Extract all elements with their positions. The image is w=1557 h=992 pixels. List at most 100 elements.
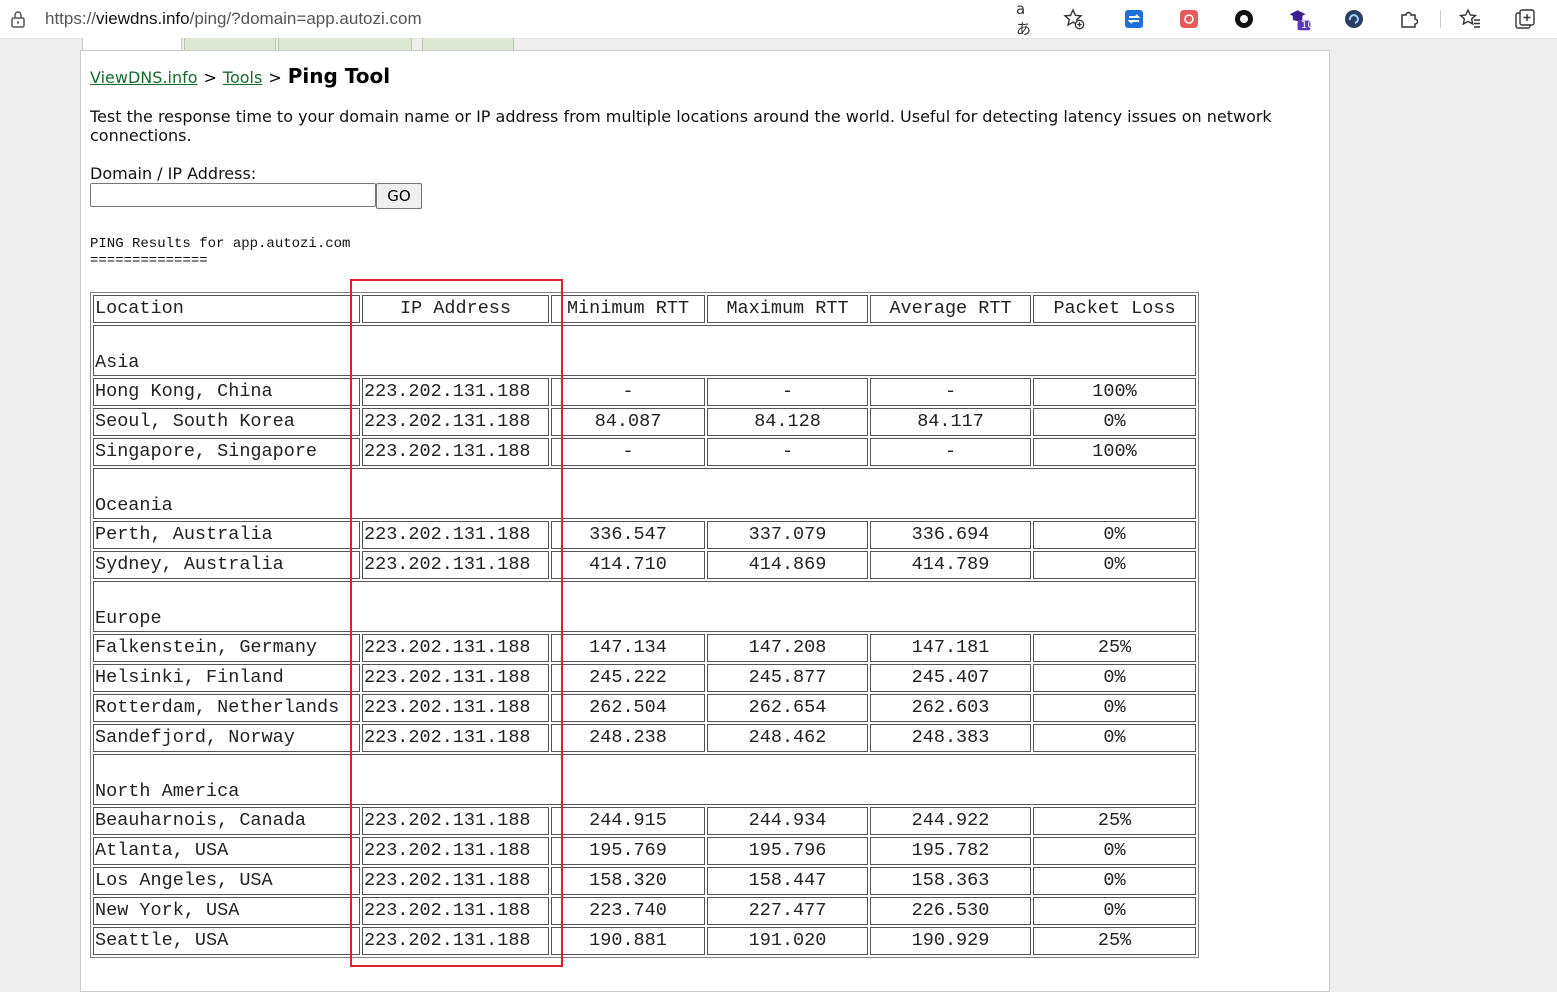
- table-cell: 223.740: [551, 897, 705, 925]
- table-row: Los Angeles, USA 223.202.131.188 158.320 15…: [93, 867, 1196, 895]
- breadcrumb-tools-link[interactable]: Tools: [223, 68, 262, 87]
- table-cell: 84.117: [870, 408, 1031, 436]
- browser-toolbar: https://viewdns.info/ping/?domain=app.au…: [0, 0, 1557, 39]
- table-cell: 262.654: [707, 694, 868, 722]
- table-cell: 25%: [1033, 807, 1196, 835]
- table-row: Helsinki, Finland 223.202.131.188 245.222 2…: [93, 664, 1196, 692]
- table-cell: 0%: [1033, 837, 1196, 865]
- address-bar[interactable]: https://viewdns.info/ping/?domain=app.au…: [0, 0, 1098, 38]
- swirl-extension-icon[interactable]: [1342, 7, 1366, 31]
- table-cell: 414.710: [551, 551, 705, 579]
- repeat-extension-icon[interactable]: [1122, 7, 1146, 31]
- table-cell: 223.202.131.188: [362, 837, 549, 865]
- column-header: Average RTT: [870, 295, 1031, 323]
- region-row: Oceania: [93, 468, 1196, 519]
- table-cell: 223.202.131.188: [362, 634, 549, 662]
- table-cell: 0%: [1033, 664, 1196, 692]
- breadcrumb-home-link[interactable]: ViewDNS.info: [90, 68, 198, 87]
- table-cell: 244.934: [707, 807, 868, 835]
- table-cell: 25%: [1033, 634, 1196, 662]
- collections-icon[interactable]: [1513, 7, 1537, 31]
- column-header: Packet Loss: [1033, 295, 1196, 323]
- table-cell: 223.202.131.188: [362, 378, 549, 406]
- region-row: North America: [93, 754, 1196, 805]
- results-heading: PING Results for app.autozi.com ========…: [90, 236, 350, 270]
- table-cell: 223.202.131.188: [362, 807, 549, 835]
- go-button[interactable]: GO: [376, 183, 422, 209]
- table-cell: 84.128: [707, 408, 868, 436]
- table-cell: 223.202.131.188: [362, 927, 549, 955]
- read-aloud-icon[interactable]: aあ: [1016, 0, 1040, 38]
- favorites-icon[interactable]: [1458, 7, 1482, 31]
- column-header: Location: [93, 295, 360, 323]
- table-cell: -: [707, 438, 868, 466]
- table-row: Sydney, Australia 223.202.131.188 414.710 4…: [93, 551, 1196, 579]
- table-row: Seoul, South Korea 223.202.131.188 84.087 8…: [93, 408, 1196, 436]
- domain-input[interactable]: [90, 183, 376, 207]
- table-cell: 147.208: [707, 634, 868, 662]
- table-cell: 223.202.131.188: [362, 724, 549, 752]
- table-cell: 248.238: [551, 724, 705, 752]
- table-row: Beauharnois, Canada 223.202.131.188 244.91…: [93, 807, 1196, 835]
- add-favorite-icon[interactable]: [1062, 7, 1086, 31]
- table-cell: -: [870, 438, 1031, 466]
- table-cell: Los Angeles, USA: [93, 867, 360, 895]
- table-cell: 195.782: [870, 837, 1031, 865]
- table-row: Atlanta, USA 223.202.131.188 195.769 195.79…: [93, 837, 1196, 865]
- table-cell: 248.462: [707, 724, 868, 752]
- table-cell: 147.134: [551, 634, 705, 662]
- table-cell: 262.504: [551, 694, 705, 722]
- table-row: Singapore, Singapore 223.202.131.188- - -10…: [93, 438, 1196, 466]
- table-cell: 223.202.131.188: [362, 551, 549, 579]
- toolbar-separator: [1440, 10, 1441, 28]
- table-cell: 0%: [1033, 867, 1196, 895]
- table-row: Falkenstein, Germany 223.202.131.188 147.1…: [93, 634, 1196, 662]
- table-row: Sandefjord, Norway 223.202.131.188 248.238…: [93, 724, 1196, 752]
- table-row: Perth, Australia 223.202.131.188 336.547 33…: [93, 521, 1196, 549]
- domain-field-label: Domain / IP Address:: [90, 164, 257, 183]
- table-cell: 336.694: [870, 521, 1031, 549]
- table-cell: -: [870, 378, 1031, 406]
- table-cell: Seattle, USA: [93, 927, 360, 955]
- table-cell: 0%: [1033, 408, 1196, 436]
- table-cell: 245.407: [870, 664, 1031, 692]
- table-cell: -: [551, 378, 705, 406]
- tool-description: Test the response time to your domain na…: [90, 107, 1272, 145]
- table-cell: 147.181: [870, 634, 1031, 662]
- region-name: Oceania: [93, 468, 1196, 519]
- table-cell: 191.020: [707, 927, 868, 955]
- ping-results-table: Location IP Address Minimum RTT Maximum RTT…: [90, 292, 1199, 958]
- column-header: IP Address: [362, 295, 549, 323]
- table-cell: Rotterdam, Netherlands: [93, 694, 360, 722]
- table-cell: Seoul, South Korea: [93, 408, 360, 436]
- table-row: Rotterdam, Netherlands 223.202.131.188 262…: [93, 694, 1196, 722]
- table-row: Hong Kong, China 223.202.131.188- - -100%: [93, 378, 1196, 406]
- table-cell: 226.530: [870, 897, 1031, 925]
- column-header: Minimum RTT: [551, 295, 705, 323]
- table-cell: Singapore, Singapore: [93, 438, 360, 466]
- table-cell: 158.363: [870, 867, 1031, 895]
- table-cell: 158.320: [551, 867, 705, 895]
- column-header: Maximum RTT: [707, 295, 868, 323]
- table-cell: 190.929: [870, 927, 1031, 955]
- circle-extension-icon[interactable]: [1232, 7, 1256, 31]
- table-cell: 337.079: [707, 521, 868, 549]
- breadcrumb-separator: >: [203, 68, 217, 87]
- table-cell: 195.796: [707, 837, 868, 865]
- table-cell: Atlanta, USA: [93, 837, 360, 865]
- table-cell: Perth, Australia: [93, 521, 360, 549]
- table-cell: 244.915: [551, 807, 705, 835]
- table-cell: Beauharnois, Canada: [93, 807, 360, 835]
- red-extension-icon[interactable]: [1177, 7, 1201, 31]
- lock-icon[interactable]: [10, 10, 26, 28]
- region-name: North America: [93, 754, 1196, 805]
- results-title: PING Results for app.autozi.com: [90, 236, 351, 252]
- table-cell: 0%: [1033, 551, 1196, 579]
- table-cell: 84.087: [551, 408, 705, 436]
- breadcrumb: ViewDNS.info > Tools > Ping Tool: [90, 64, 390, 88]
- extensions-puzzle-icon[interactable]: [1397, 7, 1421, 31]
- table-cell: 0%: [1033, 724, 1196, 752]
- graduation-cap-extension-icon[interactable]: 10: [1288, 7, 1314, 31]
- url-text[interactable]: https://viewdns.info/ping/?domain=app.au…: [45, 9, 422, 29]
- table-cell: 245.877: [707, 664, 868, 692]
